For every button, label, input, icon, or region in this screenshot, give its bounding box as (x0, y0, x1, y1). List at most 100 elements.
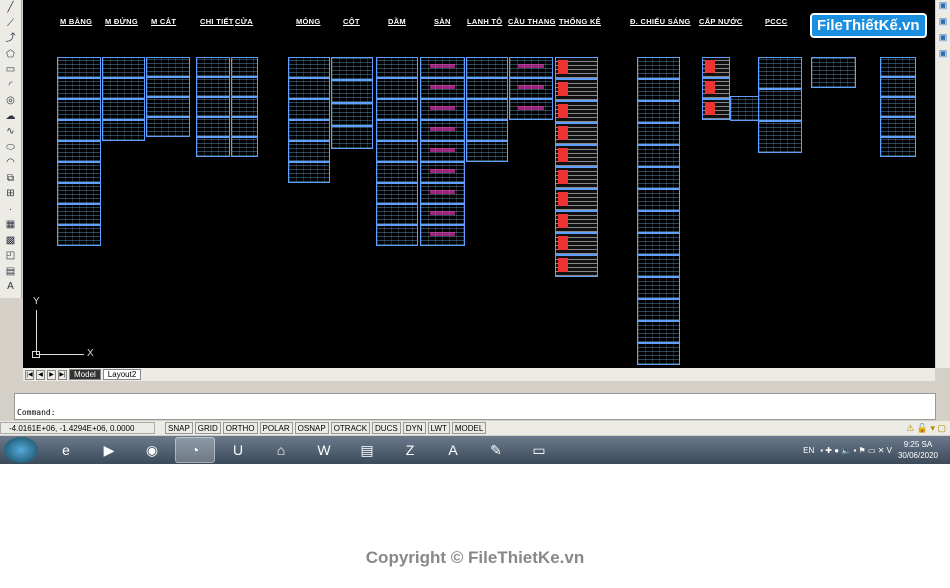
photos-taskbar-icon[interactable]: ▭ (519, 437, 559, 463)
drawing-sheet[interactable] (555, 255, 598, 277)
drawing-sheet[interactable] (420, 162, 465, 183)
drawing-sheet[interactable] (466, 78, 508, 99)
language-indicator[interactable]: EN (803, 446, 814, 455)
drawing-sheet[interactable] (376, 204, 418, 225)
gradient-icon[interactable]: ▩ (0, 233, 21, 249)
drawing-sheet[interactable] (231, 97, 258, 117)
toggle-dyn[interactable]: DYN (402, 422, 426, 434)
drawing-sheet[interactable] (288, 57, 330, 78)
drawing-sheet[interactable] (288, 141, 330, 162)
drawing-sheet[interactable] (231, 77, 258, 97)
drawing-sheet[interactable] (288, 99, 330, 120)
paint-taskbar-icon[interactable]: ✎ (476, 437, 516, 463)
toggle-ortho[interactable]: ORTHO (222, 422, 258, 434)
drawing-sheet[interactable] (555, 101, 598, 123)
tab-model[interactable]: Model (69, 369, 101, 380)
hatch-icon[interactable]: ▦ (0, 217, 21, 233)
drawing-sheet[interactable] (420, 57, 465, 78)
polygon-icon[interactable]: ⬠ (0, 47, 21, 63)
line-tool-icon[interactable]: ╱ (0, 0, 21, 16)
drawing-sheet[interactable] (57, 183, 101, 204)
drawing-sheet[interactable] (146, 57, 190, 77)
drawing-sheet[interactable] (555, 167, 598, 189)
drawing-sheet[interactable] (102, 57, 145, 78)
toolbar-icon[interactable]: ▣ (936, 0, 950, 16)
polyline-icon[interactable]: ⤴ (0, 31, 21, 47)
drawing-sheet[interactable] (196, 117, 230, 137)
drawing-sheet[interactable] (555, 211, 598, 233)
tab-next-button[interactable]: ▶ (47, 369, 56, 380)
toggle-lwt[interactable]: LWT (427, 422, 450, 434)
drawing-sheet[interactable] (376, 162, 418, 183)
drawing-sheet[interactable] (331, 57, 373, 80)
drawing-sheet[interactable] (376, 99, 418, 120)
point-icon[interactable]: · (0, 202, 21, 218)
drawing-sheet[interactable] (637, 233, 680, 255)
toggle-otrack[interactable]: OTRACK (330, 422, 371, 434)
drawing-sheet[interactable] (420, 225, 465, 246)
autocad-taskbar-icon[interactable]: A (433, 437, 473, 463)
drawing-sheet[interactable] (376, 57, 418, 78)
drawing-sheet[interactable] (702, 57, 730, 78)
drawing-sheet[interactable] (57, 99, 101, 120)
drawing-sheet[interactable] (880, 97, 916, 117)
drawing-sheet[interactable] (288, 162, 330, 183)
tab-last-button[interactable]: ▶| (58, 369, 67, 380)
drawing-sheet[interactable] (466, 120, 508, 141)
file-explorer-taskbar-icon[interactable]: ▤ (347, 437, 387, 463)
drawing-sheet[interactable] (376, 120, 418, 141)
coccoc-taskbar-icon[interactable]: ◔ (175, 437, 215, 463)
construction-line-icon[interactable]: ⟋ (0, 16, 21, 32)
drawing-sheet[interactable] (637, 167, 680, 189)
drawing-sheet[interactable] (811, 57, 856, 88)
drawing-sheet[interactable] (288, 120, 330, 141)
spline-icon[interactable]: ∿ (0, 124, 21, 140)
drawing-sheet[interactable] (331, 80, 373, 103)
ellipse-icon[interactable]: ⬭ (0, 140, 21, 156)
make-block-icon[interactable]: ⊞ (0, 186, 21, 202)
toolbar-icon[interactable]: ▣ (936, 32, 950, 48)
clock[interactable]: 9:25 SA 30/06/2020 (898, 439, 938, 461)
drawing-sheet[interactable] (420, 183, 465, 204)
drawing-sheet[interactable] (57, 162, 101, 183)
drawing-sheet[interactable] (555, 79, 598, 101)
drawing-sheet[interactable] (509, 78, 553, 99)
drawing-sheet[interactable] (57, 120, 101, 141)
drawing-sheet[interactable] (702, 78, 730, 99)
drawing-sheet[interactable] (758, 89, 802, 121)
rectangle-icon[interactable]: ▭ (0, 62, 21, 78)
drawing-sheet[interactable] (466, 99, 508, 120)
drawing-sheet[interactable] (555, 189, 598, 211)
drawing-sheet[interactable] (331, 103, 373, 126)
drawing-sheet[interactable] (637, 57, 680, 79)
drawing-sheet[interactable] (555, 145, 598, 167)
text-icon[interactable]: A (0, 279, 21, 295)
drawing-sheet[interactable] (288, 78, 330, 99)
tray-icons[interactable]: ▪ ✚ ● 🔈 ▪ ⚑ ▭ ✕ V (820, 446, 892, 455)
drawing-sheet[interactable] (637, 299, 680, 321)
ellipse-arc-icon[interactable]: ◠ (0, 155, 21, 171)
drawing-sheet[interactable] (637, 343, 680, 365)
drawing-sheet[interactable] (146, 117, 190, 137)
drawing-sheet[interactable] (57, 141, 101, 162)
drawing-sheet[interactable] (509, 99, 553, 120)
drawing-sheet[interactable] (376, 183, 418, 204)
drawing-sheet[interactable] (637, 255, 680, 277)
start-button[interactable] (4, 437, 38, 463)
drawing-sheet[interactable] (509, 57, 553, 78)
drawing-sheet[interactable] (376, 141, 418, 162)
drawing-sheet[interactable] (146, 97, 190, 117)
drawing-sheet[interactable] (637, 101, 680, 123)
drawing-sheet[interactable] (146, 77, 190, 97)
tab-first-button[interactable]: |◀ (25, 369, 34, 380)
drawing-sheet[interactable] (758, 121, 802, 153)
word-taskbar-icon[interactable]: W (304, 437, 344, 463)
internet-explorer-taskbar-icon[interactable]: e (46, 437, 86, 463)
drawing-sheet[interactable] (637, 79, 680, 101)
drawing-sheet[interactable] (57, 57, 101, 78)
drawing-sheet[interactable] (880, 57, 916, 77)
zalo-taskbar-icon[interactable]: Z (390, 437, 430, 463)
drawing-sheet[interactable] (555, 57, 598, 79)
toggle-osnap[interactable]: OSNAP (294, 422, 329, 434)
drawing-sheet[interactable] (376, 78, 418, 99)
